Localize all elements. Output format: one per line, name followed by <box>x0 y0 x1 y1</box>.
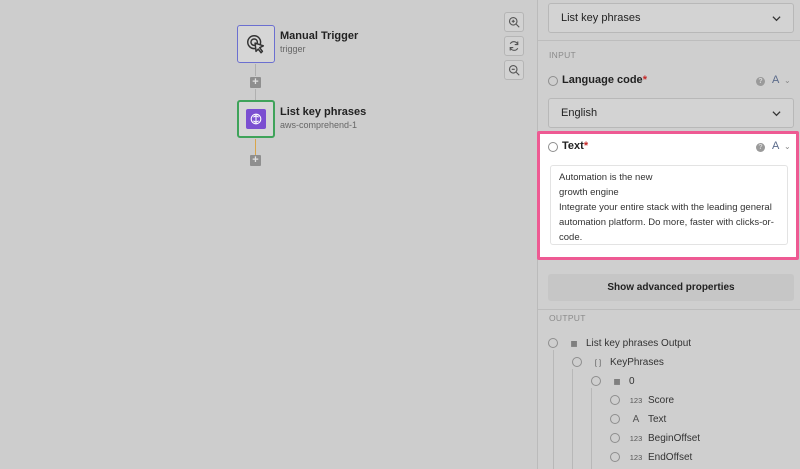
output-item-label: 0 <box>629 375 635 387</box>
tree-guide-line <box>591 388 592 469</box>
number-type-icon: 123 <box>629 433 643 443</box>
type-toggle-button[interactable]: A <box>772 74 779 86</box>
node-title: List key phrases <box>280 106 367 118</box>
output-item-label: Score <box>648 394 675 406</box>
input-section-label: INPUT <box>549 50 576 60</box>
zoom-in-icon <box>508 16 520 28</box>
output-radio[interactable] <box>572 357 582 367</box>
text-line: code. <box>559 232 583 243</box>
text-input[interactable]: Automation is the new growth engine Inte… <box>550 165 788 245</box>
add-step-button[interactable]: + <box>250 155 261 166</box>
chevron-down-icon[interactable]: ⌄ <box>784 142 791 151</box>
output-item-label: List key phrases Output <box>586 337 692 349</box>
tree-guide-line <box>553 350 554 469</box>
node-title: Manual Trigger <box>280 30 359 42</box>
language-code-label: Language code* <box>562 74 647 86</box>
output-radio[interactable] <box>610 395 620 405</box>
output-item-label: BeginOffset <box>648 432 701 444</box>
divider <box>538 309 800 310</box>
chevron-down-icon <box>772 15 781 21</box>
output-tree-item[interactable]: 123 BeginOffset <box>610 432 700 444</box>
zoom-out-icon <box>508 64 520 76</box>
text-type-icon: A <box>632 413 640 425</box>
language-select-value: English <box>561 107 598 119</box>
text-line: automation platform. Do more, faster wit… <box>559 217 774 228</box>
output-item-label: Text <box>648 413 667 425</box>
chevron-down-icon[interactable]: ⌄ <box>784 76 791 85</box>
output-tree-item[interactable]: 123 EndOffset <box>610 451 692 463</box>
connector-line <box>255 139 256 155</box>
table-icon: ▦ <box>613 376 621 386</box>
table-icon: ▦ <box>570 338 578 348</box>
tree-guide-line <box>572 369 573 469</box>
text-line: Integrate your entire stack with the lea… <box>559 202 772 213</box>
chevron-down-icon <box>772 110 781 116</box>
language-code-radio[interactable] <box>548 76 558 86</box>
zoom-out-button[interactable] <box>504 60 524 80</box>
output-tree-item[interactable]: A Text <box>610 413 666 425</box>
text-field-label: Text* <box>562 140 589 152</box>
text-field-card: Text* ? A ⌄ Automation is the new growth… <box>537 131 799 260</box>
help-icon[interactable]: ? <box>756 143 765 152</box>
output-radio[interactable] <box>591 376 601 386</box>
connector-line <box>255 89 256 100</box>
output-item-label: KeyPhrases <box>610 356 664 368</box>
cursor-click-icon <box>247 35 265 54</box>
connector-line <box>255 64 256 76</box>
number-type-icon: 123 <box>629 395 643 405</box>
node-subtitle: trigger <box>280 44 306 54</box>
array-icon: [ ] <box>594 357 602 367</box>
manual-trigger-node[interactable] <box>237 25 275 63</box>
action-select[interactable]: List key phrases <box>548 3 794 33</box>
text-field-radio[interactable] <box>548 142 558 152</box>
language-select[interactable]: English <box>548 98 794 128</box>
output-item-label: EndOffset <box>648 451 693 463</box>
divider <box>538 40 800 41</box>
output-tree-item[interactable]: [ ] KeyPhrases <box>572 356 664 368</box>
output-section-label: OUTPUT <box>549 313 586 323</box>
output-tree-item[interactable]: 123 Score <box>610 394 674 406</box>
refresh-icon <box>509 41 519 51</box>
action-select-value: List key phrases <box>561 12 641 24</box>
output-tree-item[interactable]: ▦ 0 <box>591 375 635 387</box>
node-subtitle: aws-comprehend-1 <box>280 120 358 130</box>
text-line: growth engine <box>559 187 619 198</box>
show-advanced-properties-button[interactable]: Show advanced properties <box>548 274 794 301</box>
output-radio[interactable] <box>610 414 620 424</box>
help-icon[interactable]: ? <box>756 77 765 86</box>
number-type-icon: 123 <box>629 452 643 462</box>
type-toggle-button[interactable]: A <box>772 140 779 152</box>
zoom-in-button[interactable] <box>504 12 524 32</box>
output-radio[interactable] <box>610 452 620 462</box>
workflow-canvas[interactable]: Manual Trigger trigger + List key phrase… <box>0 0 537 469</box>
text-line: Automation is the new <box>559 172 653 183</box>
output-radio[interactable] <box>610 433 620 443</box>
reset-zoom-button[interactable] <box>504 36 524 56</box>
add-step-button[interactable]: + <box>250 77 261 88</box>
output-tree-item[interactable]: ▦ List key phrases Output <box>548 337 691 349</box>
aws-comprehend-icon <box>246 109 266 129</box>
list-key-phrases-node[interactable] <box>237 100 275 138</box>
output-radio[interactable] <box>548 338 558 348</box>
